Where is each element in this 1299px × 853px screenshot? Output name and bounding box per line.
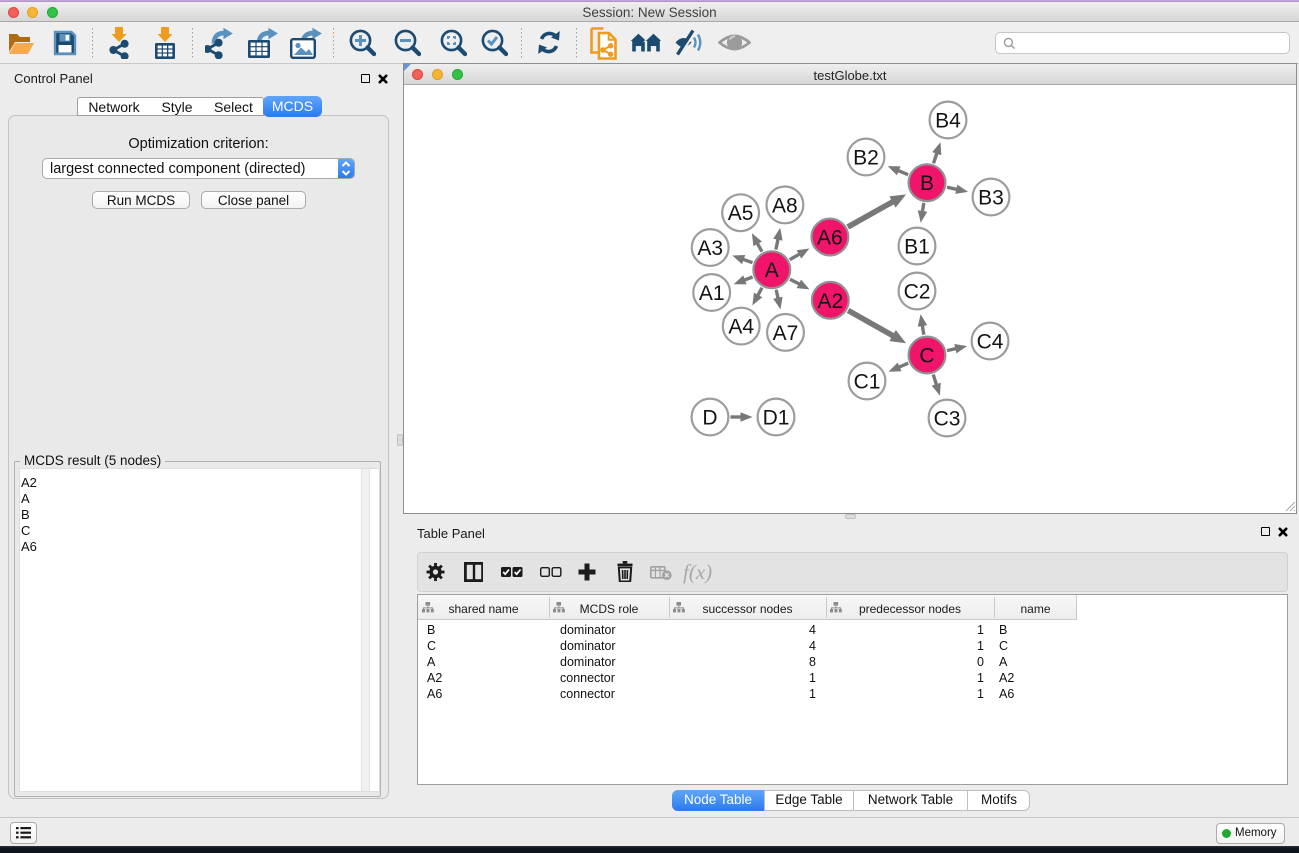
svg-text:B4: B4 <box>935 110 961 133</box>
svg-text:B1: B1 <box>904 236 930 259</box>
svg-text:A5: A5 <box>728 202 754 225</box>
svg-text:C: C <box>919 345 934 368</box>
svg-text:A6: A6 <box>817 227 843 250</box>
svg-text:B: B <box>920 172 934 195</box>
svg-text:A1: A1 <box>699 282 725 305</box>
svg-text:C2: C2 <box>904 281 931 304</box>
svg-text:A3: A3 <box>697 237 723 260</box>
svg-text:C1: C1 <box>854 371 881 394</box>
svg-text:A2: A2 <box>817 290 843 313</box>
svg-text:A: A <box>765 259 779 282</box>
svg-text:B3: B3 <box>978 187 1004 210</box>
svg-text:D1: D1 <box>763 407 790 430</box>
svg-text:A8: A8 <box>772 194 798 217</box>
svg-text:C3: C3 <box>934 408 961 431</box>
svg-text:B2: B2 <box>853 147 879 170</box>
svg-text:D: D <box>702 407 717 430</box>
svg-text:A4: A4 <box>728 316 754 339</box>
svg-text:A7: A7 <box>773 322 799 345</box>
svg-text:C4: C4 <box>977 331 1004 354</box>
